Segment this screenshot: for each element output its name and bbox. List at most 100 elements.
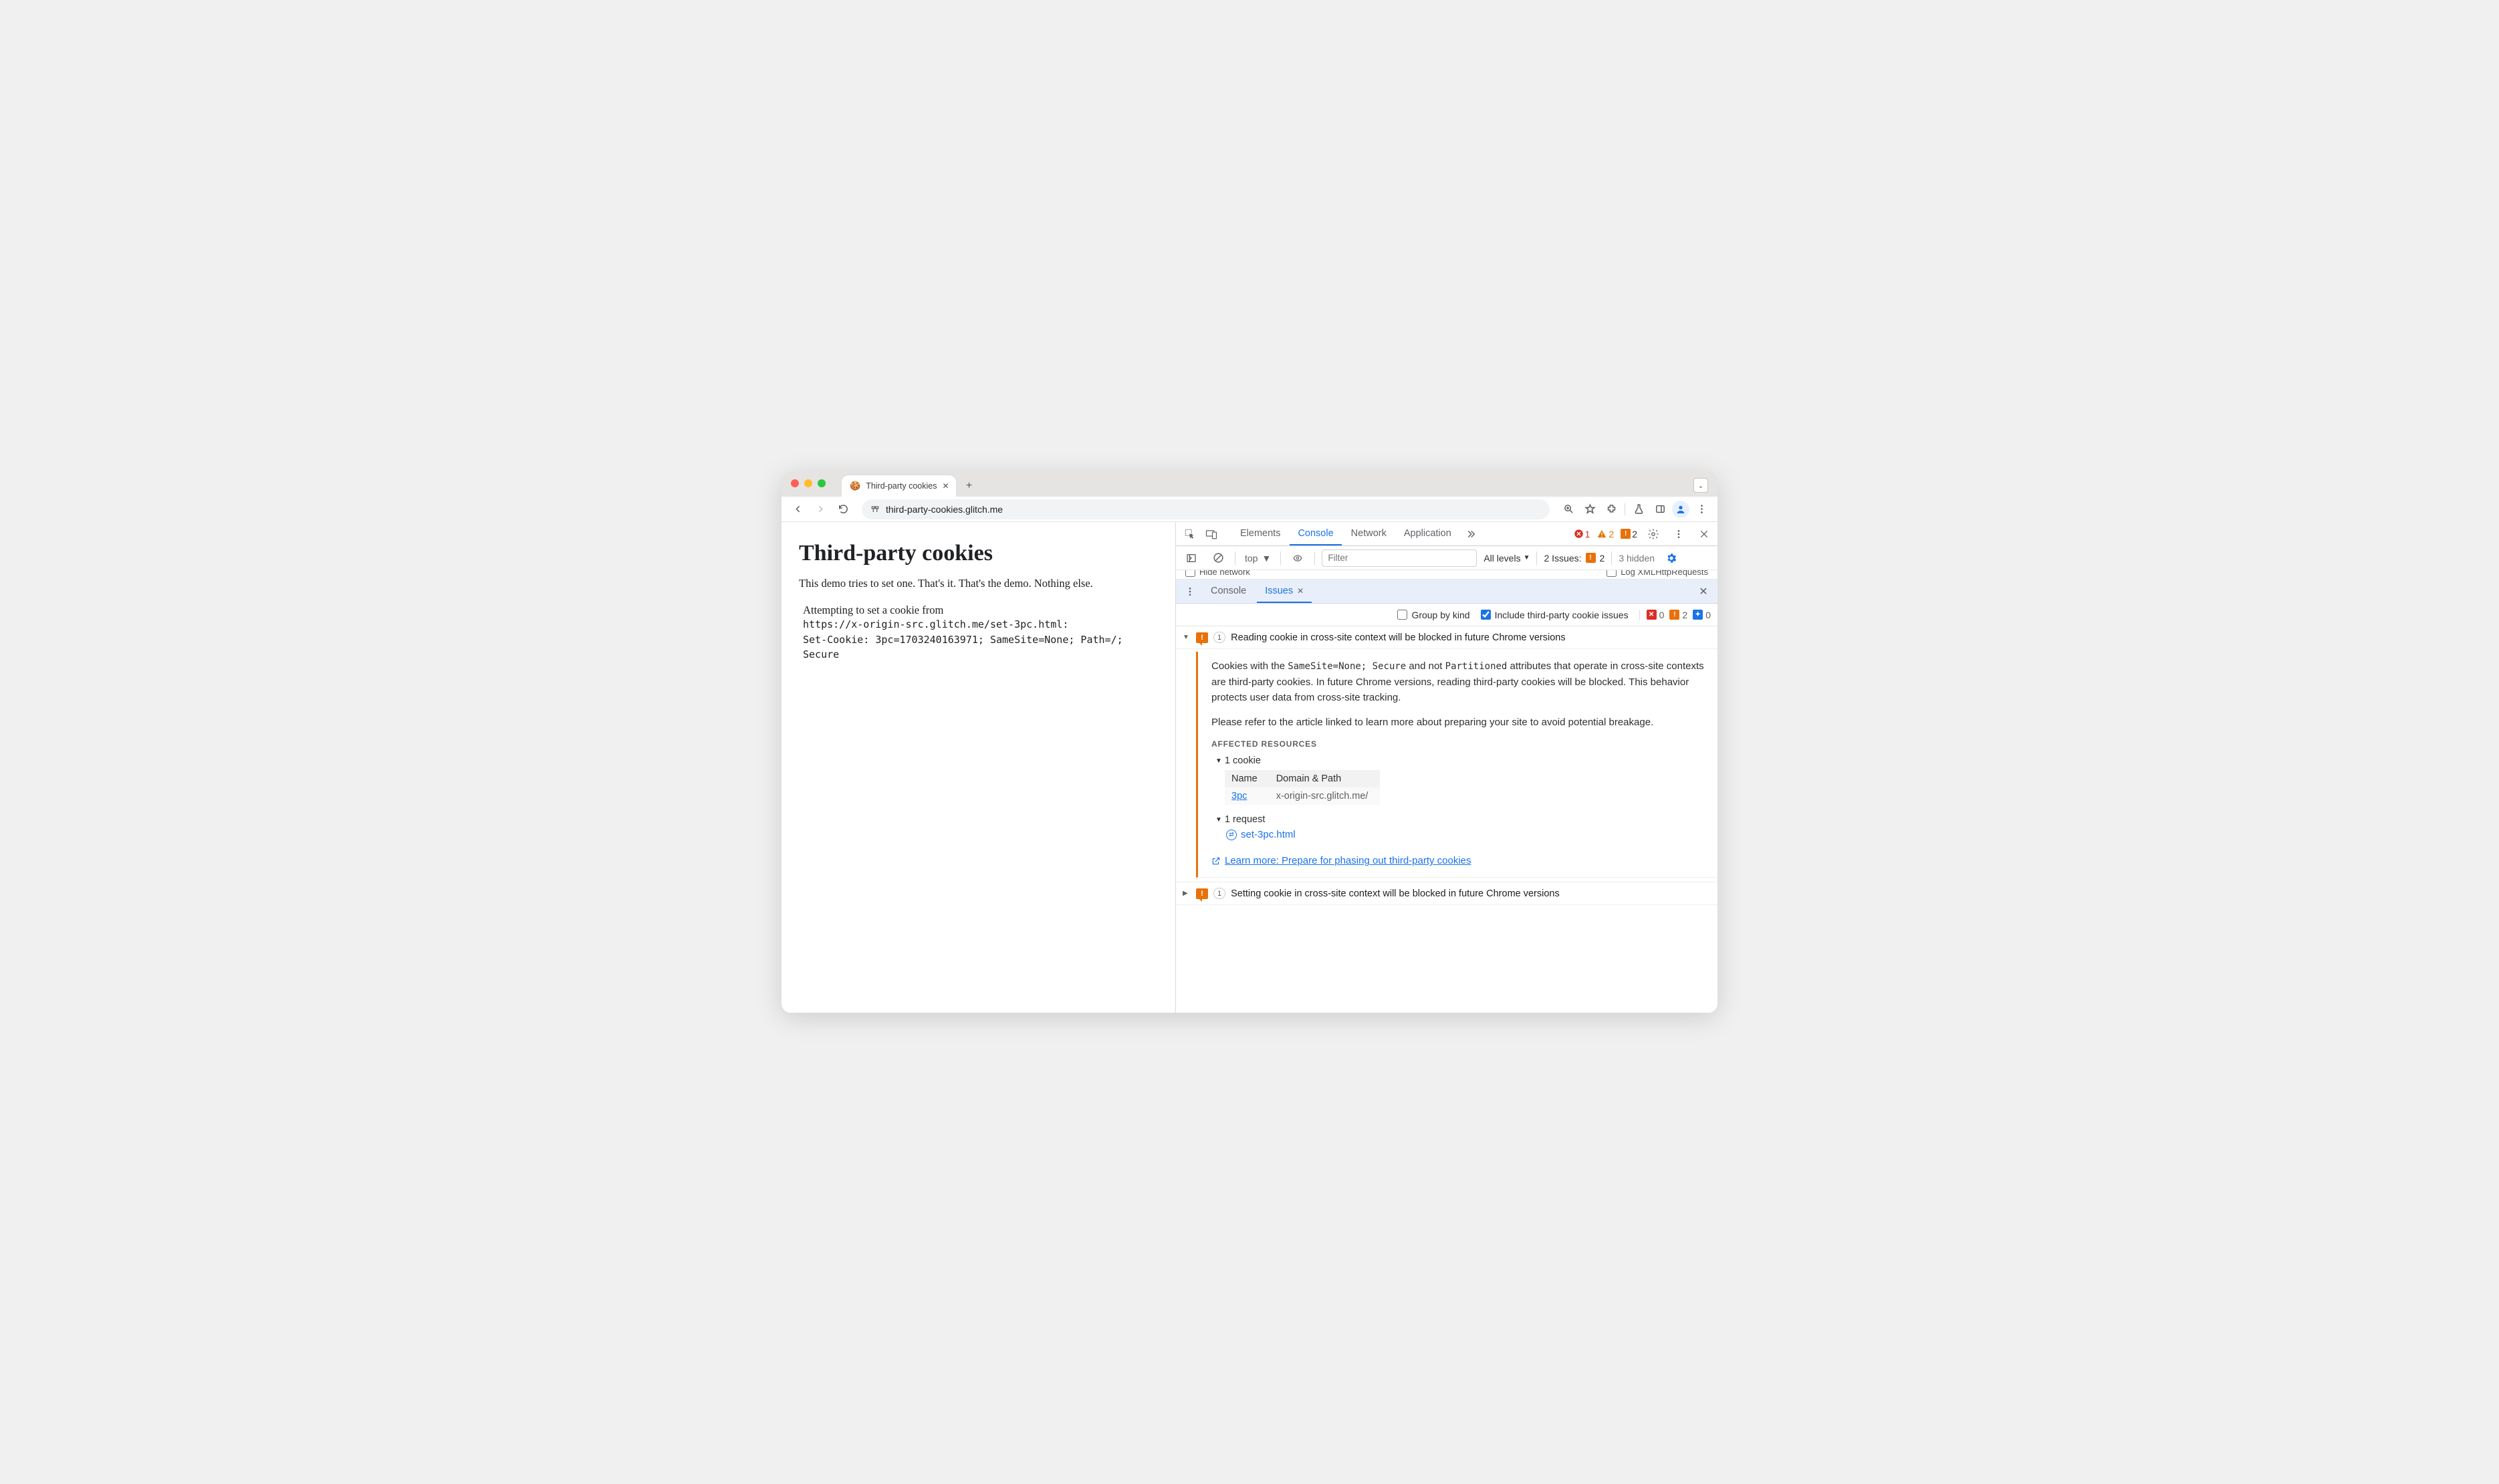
drawer-close-icon[interactable]: ✕: [1693, 585, 1713, 598]
issue-severity-icon: !: [1196, 888, 1208, 899]
devtools-more-icon[interactable]: [1669, 525, 1688, 543]
issue-description-2: Please refer to the article linked to le…: [1211, 715, 1708, 730]
log-levels-selector[interactable]: All levels ▼: [1483, 553, 1530, 564]
affected-resources-heading: Affected Resources: [1211, 739, 1708, 749]
url-text: third-party-cookies.glitch.me: [886, 504, 1003, 515]
drawer-tab-issues[interactable]: Issues ✕: [1257, 580, 1312, 603]
new-tab-button[interactable]: +: [960, 477, 979, 495]
issue-title: Setting cookie in cross-site context wil…: [1231, 888, 1560, 899]
browser-toolbar: third-party-cookies.glitch.me: [782, 497, 1717, 522]
profile-avatar[interactable]: [1672, 501, 1689, 518]
close-tab-icon[interactable]: ✕: [1297, 586, 1304, 596]
tabs-overflow-icon[interactable]: [1461, 524, 1481, 544]
labs-icon[interactable]: [1629, 500, 1648, 519]
error-icon: [1574, 529, 1584, 539]
learn-more-link[interactable]: Learn more: Prepare for phasing out thir…: [1211, 855, 1708, 866]
error-count[interactable]: 1: [1574, 529, 1590, 539]
issue-details: Cookies with the SameSite=None; Secure a…: [1196, 652, 1717, 878]
devtools-panel: Elements Console Network Application 1 2: [1176, 522, 1717, 1013]
browser-menu-icon[interactable]: [1692, 500, 1711, 519]
device-toolbar-icon[interactable]: [1201, 524, 1221, 544]
include-third-party-checkbox[interactable]: Include third-party cookie issues: [1481, 610, 1629, 620]
console-settings-icon[interactable]: [1661, 548, 1681, 568]
browser-window: 🍪 Third-party cookies ✕ + ⌄ third-party-…: [782, 471, 1717, 1013]
reload-button[interactable]: [834, 500, 852, 519]
side-panel-icon[interactable]: [1651, 500, 1669, 519]
info-count[interactable]: ✦0: [1693, 610, 1711, 620]
hide-network-checkbox[interactable]: Hide network: [1185, 570, 1250, 577]
browser-tab[interactable]: 🍪 Third-party cookies ✕: [842, 475, 956, 497]
info-icon: ✦: [1693, 610, 1703, 620]
improvement-count[interactable]: !2: [1669, 610, 1687, 620]
warning-count[interactable]: 2: [1596, 529, 1614, 539]
issue-row[interactable]: ▶ ! 1 Setting cookie in cross-site conte…: [1176, 882, 1717, 905]
group-by-kind-checkbox[interactable]: Group by kind: [1397, 610, 1469, 620]
warning-icon: [1596, 529, 1607, 539]
tab-close-icon[interactable]: ✕: [942, 481, 949, 491]
back-button[interactable]: [788, 500, 807, 519]
expand-toggle-icon[interactable]: ▼: [1183, 634, 1191, 641]
toggle-drawer-icon[interactable]: [1181, 548, 1201, 568]
drawer-more-icon[interactable]: [1180, 582, 1200, 602]
th-name: Name: [1225, 770, 1270, 787]
issue-count-pill: 1: [1213, 632, 1225, 643]
tab-application[interactable]: Application: [1396, 522, 1459, 545]
page-content: Third-party cookies This demo tries to s…: [782, 522, 1176, 1013]
tab-console[interactable]: Console: [1290, 522, 1341, 545]
improvement-icon: !: [1669, 610, 1679, 620]
page-intro: This demo tries to set one. That's it. T…: [799, 577, 1158, 590]
issue-icon: !: [1621, 529, 1631, 539]
drawer-tab-console[interactable]: Console: [1203, 580, 1254, 603]
issue-description: Cookies with the SameSite=None; Secure a…: [1211, 658, 1708, 705]
issues-toolbar: Group by kind Include third-party cookie…: [1176, 604, 1717, 626]
context-selector[interactable]: top ▼: [1242, 553, 1274, 564]
minimize-window-button[interactable]: [804, 479, 812, 487]
issues-list: ▼ ! 1 Reading cookie in cross-site conte…: [1176, 626, 1717, 1013]
expand-toggle-icon[interactable]: ▶: [1183, 890, 1191, 897]
issue-count-pill: 1: [1213, 888, 1225, 899]
close-window-button[interactable]: [791, 479, 799, 487]
th-domain: Domain & Path: [1270, 770, 1381, 787]
devtools-close-icon[interactable]: [1695, 525, 1713, 543]
devtools-settings-icon[interactable]: [1644, 525, 1663, 543]
forward-button[interactable]: [811, 500, 830, 519]
maximize-window-button[interactable]: [818, 479, 826, 487]
tab-elements[interactable]: Elements: [1232, 522, 1288, 545]
attempt-url: https://x-origin-src.glitch.me/set-3pc.h…: [803, 617, 1158, 632]
cookie-name-link[interactable]: 3pc: [1231, 791, 1247, 801]
cookie-domain: x-origin-src.glitch.me/: [1270, 787, 1381, 805]
hidden-count[interactable]: 3 hidden: [1619, 553, 1655, 564]
issue-icon: !: [1586, 553, 1596, 563]
tab-network[interactable]: Network: [1343, 522, 1395, 545]
address-bar[interactable]: third-party-cookies.glitch.me: [862, 499, 1550, 519]
chevron-down-icon: ▼: [1215, 757, 1222, 765]
filter-input[interactable]: [1322, 549, 1477, 567]
breaking-icon: ✕: [1647, 610, 1657, 620]
chevron-down-icon: ▼: [1215, 816, 1222, 824]
log-xhr-checkbox[interactable]: Log XMLHttpRequests: [1606, 570, 1708, 577]
breaking-count[interactable]: ✕0: [1647, 610, 1665, 620]
set-cookie-header: Set-Cookie: 3pc=1703240163971; SameSite=…: [803, 632, 1158, 662]
zoom-icon[interactable]: [1559, 500, 1578, 519]
bookmark-icon[interactable]: [1580, 500, 1599, 519]
site-settings-icon[interactable]: [870, 504, 880, 515]
issues-count-link[interactable]: 2 Issues: ! 2: [1544, 553, 1604, 564]
live-expression-icon[interactable]: [1288, 548, 1308, 568]
header-issues-count[interactable]: ! 2: [1621, 529, 1637, 539]
request-link[interactable]: ⇄ set-3pc.html: [1226, 829, 1708, 840]
request-icon: ⇄: [1226, 830, 1237, 840]
clear-console-icon[interactable]: [1208, 548, 1228, 568]
requests-toggle[interactable]: ▼ 1 request: [1215, 814, 1708, 825]
inspect-element-icon[interactable]: [1180, 524, 1200, 544]
traffic-lights: [791, 479, 826, 487]
chevron-down-icon: ▼: [1262, 553, 1271, 564]
extensions-icon[interactable]: [1602, 500, 1621, 519]
cookie-table: Name Domain & Path 3pc x-origin-src.glit…: [1225, 770, 1380, 805]
cookies-toggle[interactable]: ▼ 1 cookie: [1215, 755, 1708, 766]
tab-title: Third-party cookies: [866, 481, 937, 491]
attempt-label: Attempting to set a cookie from: [803, 604, 1158, 617]
tab-overflow-button[interactable]: ⌄: [1693, 478, 1708, 493]
titlebar: 🍪 Third-party cookies ✕ + ⌄: [782, 471, 1717, 497]
issue-row[interactable]: ▼ ! 1 Reading cookie in cross-site conte…: [1176, 626, 1717, 649]
issue-kind-counts: ✕0 !2 ✦0: [1639, 610, 1711, 620]
